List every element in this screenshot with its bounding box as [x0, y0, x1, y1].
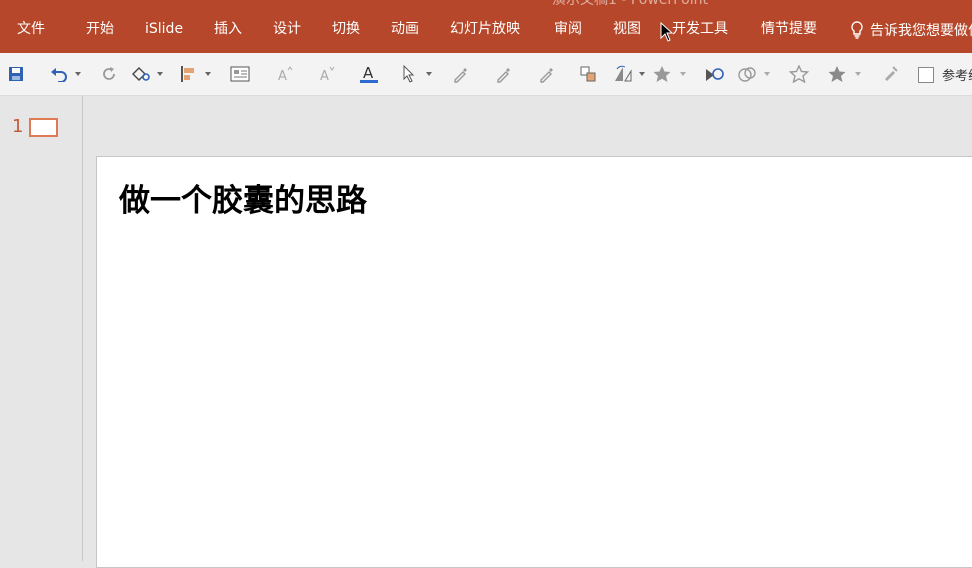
guides-label: 参考线	[942, 69, 972, 84]
tab-islide[interactable]: iSlide	[145, 20, 183, 38]
tab-slideshow[interactable]: 幻灯片放映	[450, 20, 520, 38]
tab-review[interactable]: 审阅	[554, 20, 582, 38]
animation-star-icon[interactable]	[651, 63, 673, 85]
shape-fill-icon[interactable]	[130, 63, 152, 85]
guides-checkbox[interactable]: 参考线	[918, 65, 972, 84]
window-title: 演示文稿1 - PowerPoint	[552, 0, 708, 8]
slide-thumbnail-pane: 1	[0, 96, 83, 561]
slide-editor[interactable]: 做一个胶囊的思路	[96, 156, 972, 568]
undo-icon[interactable]	[48, 63, 70, 85]
star-solid-icon[interactable]	[826, 63, 848, 85]
align-icon[interactable]	[177, 63, 199, 85]
animation-dropdown-chevron-icon[interactable]	[679, 64, 687, 84]
tab-transitions[interactable]: 切换	[332, 20, 360, 38]
tell-me-box[interactable]: 告诉我您想要做什么	[850, 20, 972, 40]
font-color-icon[interactable]: A	[358, 63, 380, 85]
decrease-font-icon[interactable]: A	[316, 63, 338, 85]
eyedropper3-icon[interactable]	[536, 63, 558, 85]
increase-font-icon[interactable]: A	[274, 63, 296, 85]
arrange-icon[interactable]	[578, 63, 600, 85]
slide-number: 1	[12, 116, 24, 137]
mouse-cursor-icon	[660, 22, 673, 42]
tab-animations[interactable]: 动画	[391, 20, 419, 38]
tab-view[interactable]: 视图	[613, 20, 641, 38]
eyedropper2-icon[interactable]	[493, 63, 515, 85]
select-icon[interactable]	[398, 63, 420, 85]
tab-insert[interactable]: 插入	[214, 20, 242, 38]
tell-me-text: 告诉我您想要做什么	[870, 23, 972, 39]
repeat-icon[interactable]	[98, 63, 120, 85]
tab-developer[interactable]: 开发工具	[672, 20, 728, 38]
eyedropper-icon[interactable]	[450, 63, 472, 85]
star-dropdown-chevron-icon[interactable]	[854, 64, 862, 84]
lightbulb-icon	[851, 21, 863, 39]
trigger-icon[interactable]	[703, 63, 725, 85]
merge-dropdown-chevron-icon[interactable]	[763, 64, 771, 84]
save-icon[interactable]	[5, 63, 27, 85]
quick-access-toolbar: A A A 参考线	[0, 53, 972, 96]
textbox-icon[interactable]	[229, 63, 251, 85]
slide-thumbnail[interactable]	[29, 118, 58, 137]
rotate-icon[interactable]	[612, 63, 634, 85]
tab-design[interactable]: 设计	[273, 20, 301, 38]
svg-text:A: A	[278, 69, 287, 82]
svg-text:A: A	[363, 64, 374, 82]
svg-text:A: A	[320, 69, 329, 82]
select-dropdown-chevron-icon[interactable]	[425, 64, 433, 84]
align-dropdown-chevron-icon[interactable]	[204, 64, 212, 84]
format-painter-icon[interactable]	[879, 63, 901, 85]
checkbox-box[interactable]	[918, 66, 934, 83]
shape-dropdown-chevron-icon[interactable]	[156, 64, 164, 84]
tab-storyboard[interactable]: 情节提要	[761, 20, 817, 38]
slide-title[interactable]: 做一个胶囊的思路	[119, 175, 367, 220]
ribbon-tab-bar: 演示文稿1 - PowerPoint 文件 开始 iSlide 插入 设计 切换…	[0, 0, 972, 53]
undo-dropdown-chevron-icon[interactable]	[74, 64, 82, 84]
star-outline-icon[interactable]	[788, 63, 810, 85]
rotate-dropdown-chevron-icon[interactable]	[638, 64, 646, 84]
tab-file[interactable]: 文件	[17, 20, 45, 38]
tab-home[interactable]: 开始	[86, 20, 114, 38]
merge-shapes-icon[interactable]	[736, 63, 758, 85]
